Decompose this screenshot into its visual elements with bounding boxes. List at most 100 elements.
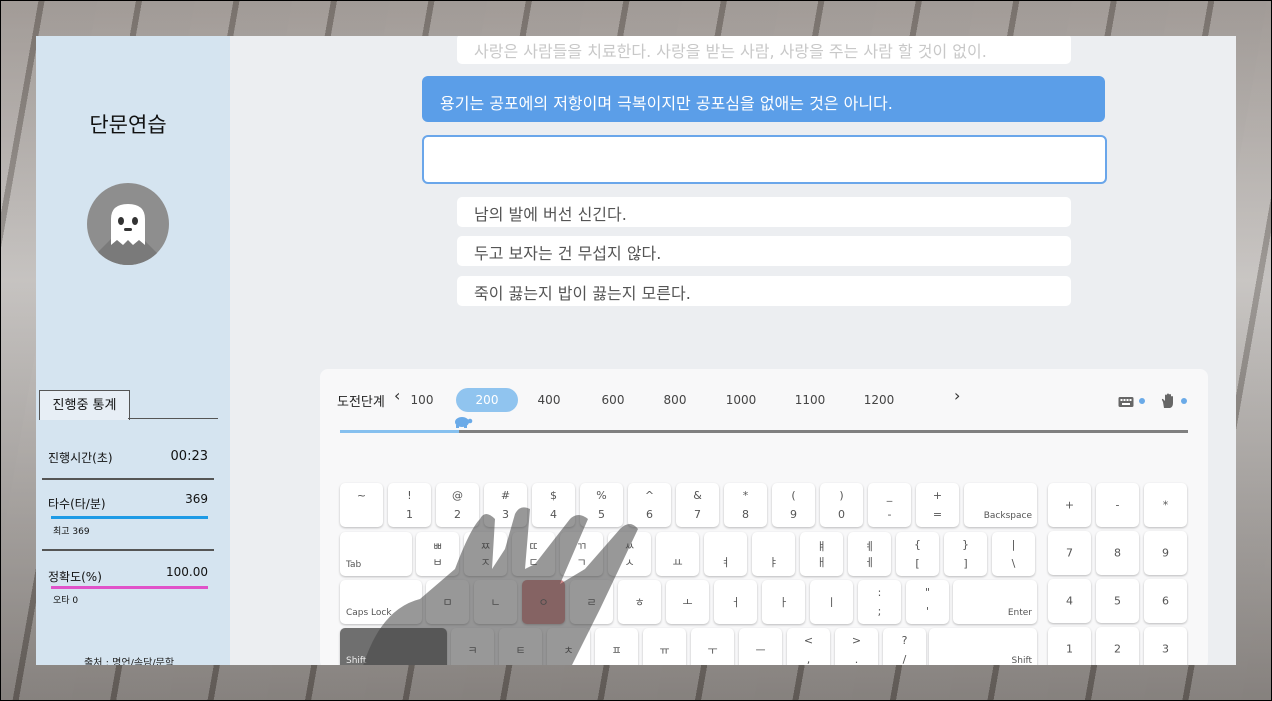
key[interactable]: ㅠ: [643, 628, 686, 665]
tab-key[interactable]: Tab: [340, 532, 412, 576]
numpad-key[interactable]: +: [1048, 483, 1091, 527]
key[interactable]: ㅊ: [547, 628, 590, 665]
key[interactable]: }]: [944, 532, 987, 576]
key[interactable]: ㅓ: [714, 580, 757, 624]
key[interactable]: ㅒㅐ: [800, 532, 843, 576]
key[interactable]: | \: [992, 532, 1035, 576]
key[interactable]: + =: [916, 483, 959, 527]
divider: [42, 549, 214, 551]
level-progress-track: [340, 430, 1188, 433]
level-option-600[interactable]: 600: [582, 388, 644, 412]
key[interactable]: " ': [906, 580, 949, 624]
stats-tab-underline: [128, 418, 218, 419]
level-option-100[interactable]: 100: [391, 388, 453, 412]
key[interactable]: % 5: [580, 483, 623, 527]
key[interactable]: ㅇ: [522, 580, 565, 624]
key[interactable]: ㅃㅂ: [416, 532, 459, 576]
key[interactable]: ㅜ: [691, 628, 734, 665]
key[interactable]: #3: [484, 483, 527, 527]
left-shift-key[interactable]: Shift: [340, 628, 447, 665]
elapsed-time-row: 진행시간(초) 00:23: [48, 449, 208, 466]
numpad-key[interactable]: 2: [1096, 627, 1139, 665]
key[interactable]: @2: [436, 483, 479, 527]
hand-toggle-dot[interactable]: [1181, 398, 1187, 404]
typing-input[interactable]: [422, 135, 1107, 184]
numpad-key[interactable]: 9: [1144, 531, 1187, 575]
caps-lock-key[interactable]: Caps Lock: [340, 580, 422, 624]
key[interactable]: ㅋ: [451, 628, 494, 665]
keyboard-panel: 도전단계 ‹ 100 200 400 600 800 1000 1100 1200 › ~! 1…: [320, 369, 1208, 665]
key[interactable]: & 7: [676, 483, 719, 527]
typo-count: 오타 0: [53, 596, 79, 606]
key[interactable]: ㅉㅈ: [464, 532, 507, 576]
key[interactable]: ㅆㅅ: [608, 532, 651, 576]
keyboard-toggle-dot[interactable]: [1139, 398, 1145, 404]
numpad-key[interactable]: 7: [1048, 531, 1091, 575]
key[interactable]: {[: [896, 532, 939, 576]
key[interactable]: ㅕ: [704, 532, 747, 576]
level-option-1200[interactable]: 1200: [848, 388, 910, 412]
level-option-1100[interactable]: 1100: [779, 388, 841, 412]
previous-sentence: 사랑은 사람들을 치료한다. 사랑을 받는 사람, 사랑을 주는 사람 할 것이…: [457, 36, 1071, 64]
backspace-key[interactable]: Backspace: [964, 483, 1037, 527]
accuracy-label: 정확도(%): [48, 570, 102, 584]
key[interactable]: ㅡ: [739, 628, 782, 665]
key[interactable]: ㅍ: [595, 628, 638, 665]
divider: [42, 478, 214, 480]
elapsed-time-value: 00:23: [170, 449, 208, 464]
right-shift-key[interactable]: Shift: [929, 628, 1037, 665]
key[interactable]: ㅣ: [810, 580, 853, 624]
key[interactable]: ㅏ: [762, 580, 805, 624]
key[interactable]: >.: [835, 628, 878, 665]
key[interactable]: ㅖㅔ: [848, 532, 891, 576]
ghost-avatar-icon: [87, 183, 169, 265]
key[interactable]: <,: [787, 628, 830, 665]
source-credit: 출처 : 명언/속담/문학: [84, 658, 175, 665]
numpad-key[interactable]: *: [1144, 483, 1187, 527]
key[interactable]: ㅑ: [752, 532, 795, 576]
level-option-200[interactable]: 200: [456, 388, 518, 412]
level-option-400[interactable]: 400: [518, 388, 580, 412]
upcoming-sentence: 죽이 끓는지 밥이 끓는지 모른다.: [457, 276, 1071, 306]
enter-key[interactable]: Enter: [953, 580, 1037, 624]
numpad-key[interactable]: 6: [1144, 579, 1187, 623]
typing-speed-bar: [51, 516, 208, 519]
key[interactable]: ㅎ: [618, 580, 661, 624]
key[interactable]: (9: [772, 483, 815, 527]
key[interactable]: ^ 6: [628, 483, 671, 527]
numpad-key[interactable]: 1: [1048, 627, 1091, 665]
hand-icon[interactable]: [1160, 393, 1176, 409]
key[interactable]: ㄴ: [474, 580, 517, 624]
key[interactable]: :;: [858, 580, 901, 624]
key[interactable]: ㄸㄷ: [512, 532, 555, 576]
key[interactable]: ) 0: [820, 483, 863, 527]
key[interactable]: ㅛ: [656, 532, 699, 576]
key[interactable]: ~: [340, 483, 383, 527]
key[interactable]: $4: [532, 483, 575, 527]
numpad-key[interactable]: 5: [1096, 579, 1139, 623]
key[interactable]: _ -: [868, 483, 911, 527]
numpad-key[interactable]: 3: [1144, 627, 1187, 665]
key[interactable]: ㄹ: [570, 580, 613, 624]
key[interactable]: ㅁ: [426, 580, 469, 624]
key[interactable]: ? /: [883, 628, 926, 665]
numpad-key[interactable]: -: [1096, 483, 1139, 527]
keyboard-icon[interactable]: [1118, 396, 1134, 408]
key[interactable]: * 8: [724, 483, 767, 527]
key[interactable]: ! 1: [388, 483, 431, 527]
key[interactable]: ㅗ: [666, 580, 709, 624]
elapsed-time-label: 진행시간(초): [48, 451, 113, 465]
numpad-key[interactable]: 4: [1048, 579, 1091, 623]
key[interactable]: ㅌ: [499, 628, 542, 665]
level-progress-fill: [340, 430, 459, 433]
turtle-icon: [455, 417, 473, 428]
typing-speed-row: 타수(타/분) 369: [48, 492, 208, 512]
level-option-1000[interactable]: 1000: [710, 388, 772, 412]
numpad-key[interactable]: 8: [1096, 531, 1139, 575]
key[interactable]: ㄲㄱ: [560, 532, 603, 576]
level-option-800[interactable]: 800: [644, 388, 706, 412]
accuracy-bar: [51, 586, 208, 589]
stats-tab[interactable]: 진행중 통계: [39, 390, 130, 420]
level-next-button[interactable]: ›: [954, 386, 960, 405]
upcoming-sentence: 두고 보자는 건 무섭지 않다.: [457, 236, 1071, 266]
